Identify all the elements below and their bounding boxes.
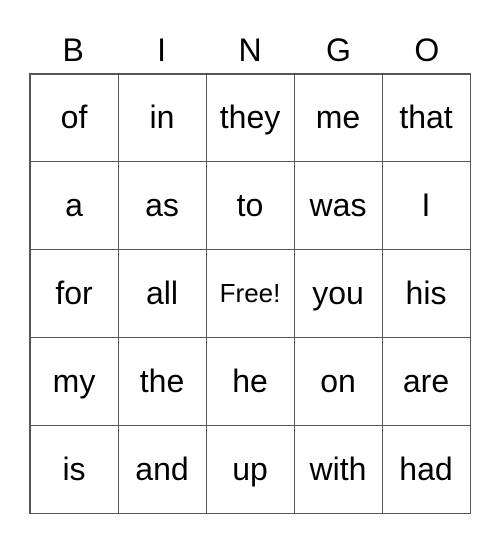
bingo-cell[interactable]: that (381, 73, 471, 163)
bingo-cell[interactable]: is (29, 424, 119, 514)
bingo-cell[interactable]: me (293, 73, 383, 163)
bingo-cell[interactable]: of (29, 73, 119, 163)
bingo-card-grid: of in they me that a as to was I for all… (29, 73, 471, 514)
bingo-cell[interactable]: with (293, 424, 383, 514)
bingo-cell[interactable]: had (381, 424, 471, 514)
bingo-cell[interactable]: they (205, 73, 295, 163)
bingo-cell[interactable]: to (205, 161, 295, 251)
bingo-cell[interactable]: you (293, 249, 383, 338)
bingo-cell[interactable]: in (117, 73, 207, 163)
bingo-cell[interactable]: up (205, 424, 295, 514)
bingo-cell[interactable]: he (205, 336, 295, 426)
bingo-header: B I N G O (29, 30, 471, 70)
bingo-cell[interactable]: are (381, 336, 471, 426)
header-letter-b: B (62, 32, 84, 68)
bingo-cell[interactable]: and (117, 424, 207, 514)
bingo-cell[interactable]: a (29, 161, 119, 251)
header-letter-n: N (238, 32, 262, 68)
bingo-cell[interactable]: the (117, 336, 207, 426)
bingo-cell[interactable]: as (117, 161, 207, 251)
bingo-cell[interactable]: for (29, 249, 119, 338)
bingo-cell[interactable]: on (293, 336, 383, 426)
header-letter-i: I (157, 32, 167, 68)
free-space-cell[interactable]: Free! (205, 249, 295, 338)
bingo-cell[interactable]: was (293, 161, 383, 251)
header-letter-g: G (325, 32, 351, 68)
bingo-cell[interactable]: my (29, 336, 119, 426)
bingo-cell[interactable]: his (381, 249, 471, 338)
header-letter-o: O (414, 32, 440, 68)
bingo-cell[interactable]: all (117, 249, 207, 338)
bingo-cell[interactable]: I (381, 161, 471, 251)
